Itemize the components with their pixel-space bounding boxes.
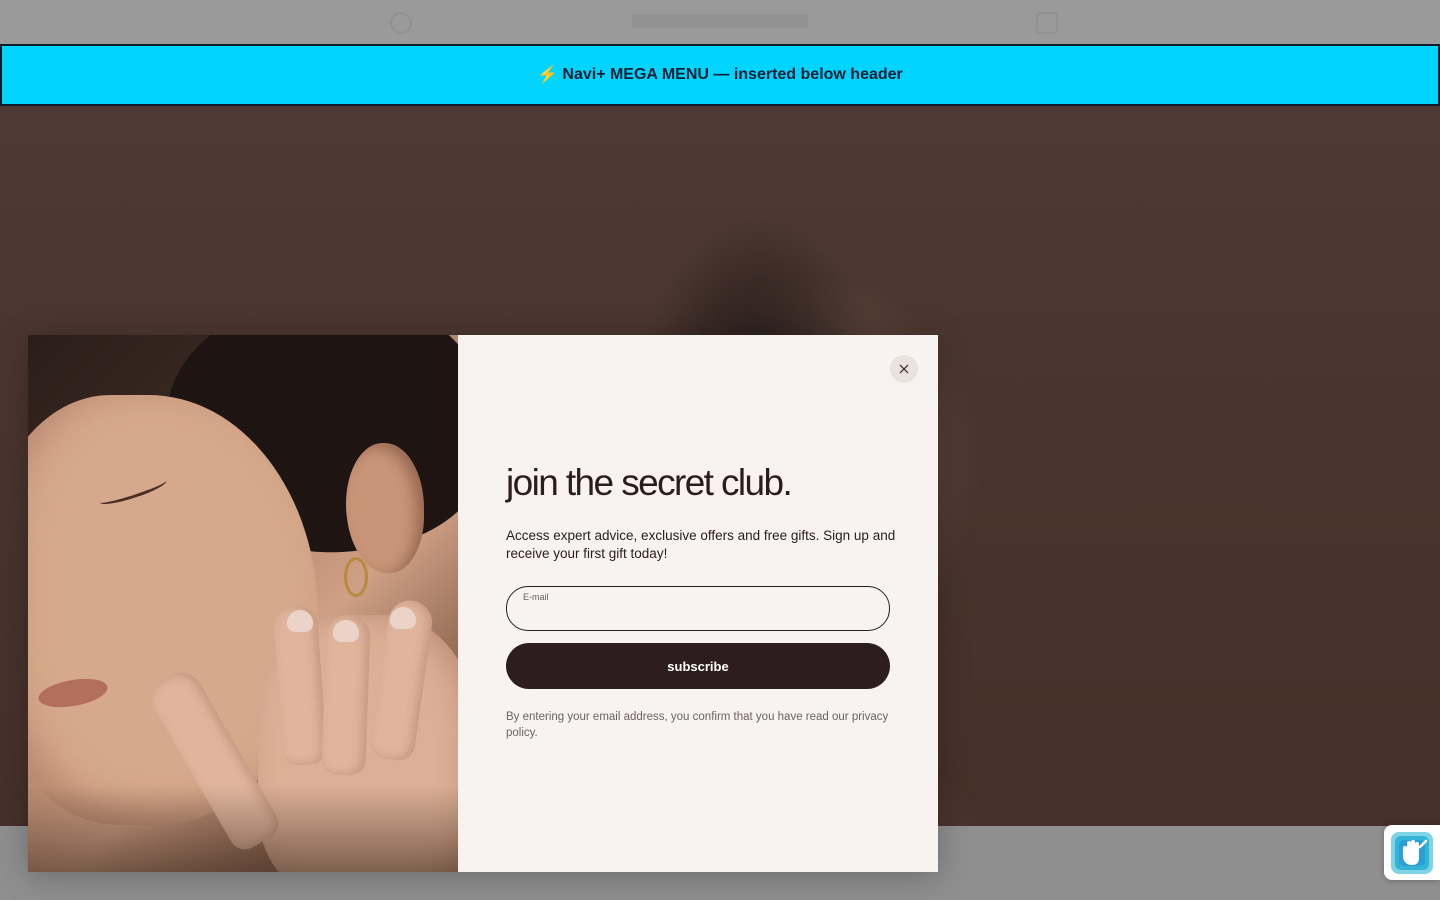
close-popup-button[interactable] (890, 355, 918, 383)
mega-menu-banner-text: Navi+ MEGA MENU — inserted below header (562, 66, 903, 83)
email-field[interactable]: E-mail (506, 586, 890, 631)
accessibility-hand-icon (1391, 831, 1433, 874)
email-input[interactable] (523, 605, 875, 627)
lightning-bolt-icon: ⚡ (537, 65, 559, 84)
newsletter-popup: join the secret club. Access expert advi… (28, 335, 938, 872)
privacy-legal-text: By entering your email address, you conf… (506, 711, 889, 739)
earring (344, 557, 368, 597)
header-cart-icon (1036, 12, 1058, 34)
popup-form-panel: join the secret club. Access expert advi… (458, 335, 938, 872)
popup-description: Access expert advice, exclusive offers a… (506, 528, 896, 561)
accessibility-widget-button[interactable] (1384, 825, 1440, 880)
subscribe-button[interactable]: subscribe (506, 643, 890, 689)
popup-title: join the secret club. (506, 462, 793, 503)
mega-menu-banner: ⚡ Navi+ MEGA MENU — inserted below heade… (0, 44, 1440, 106)
site-logo (632, 14, 808, 28)
email-field-label: E-mail (523, 592, 549, 602)
close-icon (899, 364, 909, 374)
header-menu-icon (390, 12, 412, 34)
site-header (0, 0, 1440, 44)
popup-model-image (28, 335, 458, 872)
